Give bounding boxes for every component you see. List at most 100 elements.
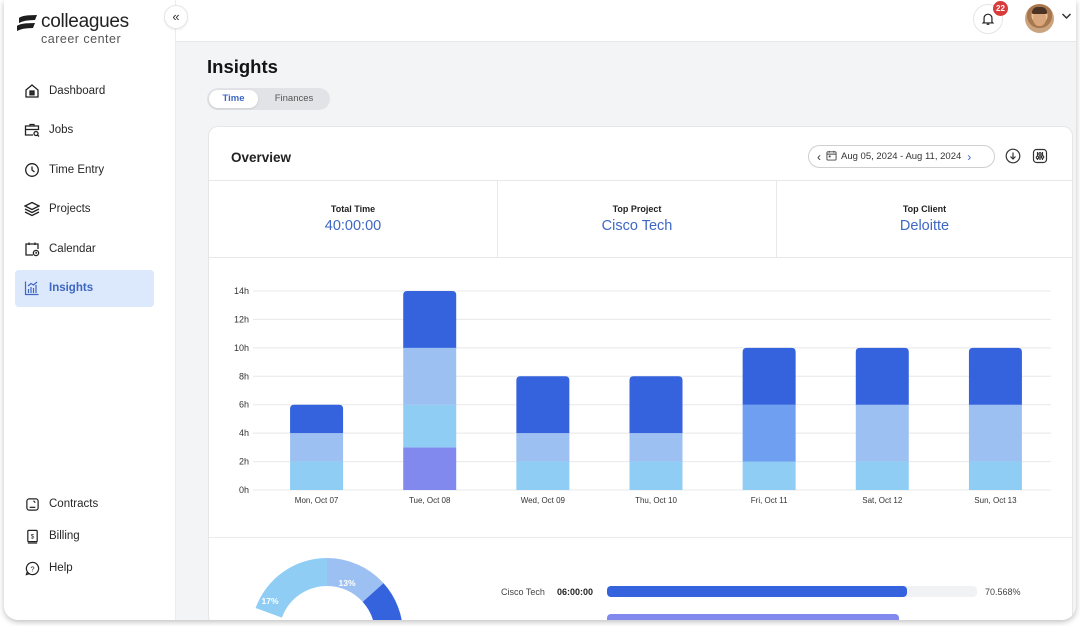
project-name: Cisco Tech: [501, 587, 545, 597]
download-icon[interactable]: [1005, 148, 1021, 164]
bar-segment: [516, 461, 570, 490]
sidebar-item-label: Time Entry: [49, 163, 105, 176]
project-bar-fill: [607, 586, 907, 597]
sidebar-item-label: Dashboard: [49, 84, 106, 97]
sidebar-item-label: Contracts: [49, 498, 99, 510]
chart-icon: [23, 279, 41, 297]
project-breakdown: 17% 13% Cisco Tech 06:00:00 70.568%: [209, 537, 1072, 620]
stats-row: Total Time 40:00:00 Top Project Cisco Te…: [209, 180, 1072, 258]
date-range-picker[interactable]: ‹ Aug 05, 2024 - Aug 11, 2024 ›: [808, 145, 995, 168]
x-tick-label: Sun, Oct 13: [974, 496, 1017, 505]
app-window: colleagues career center Dashboard Jobs: [4, 0, 1076, 620]
sidebar-item-insights[interactable]: Insights: [15, 269, 154, 307]
bar-segment: [516, 433, 570, 462]
date-range-text: Aug 05, 2024 - Aug 11, 2024: [841, 151, 962, 162]
project-donut-chart: 17% 13%: [255, 558, 402, 620]
stat-value: 40:00:00: [324, 218, 382, 234]
bar-segment: [968, 404, 1022, 462]
y-tick-label: 14h: [234, 286, 249, 296]
stat-label: Top Client: [902, 204, 947, 214]
filter-settings-icon[interactable]: [1032, 148, 1048, 164]
bar-segment: [629, 433, 683, 462]
calendar-icon: [826, 150, 837, 164]
sidebar: colleagues career center Dashboard Jobs: [4, 0, 176, 620]
stat-top-client: Top Client Deloitte: [777, 181, 1072, 257]
bar-segment: [855, 347, 909, 405]
sidebar-item-label: Help: [49, 562, 73, 574]
sidebar-nav: Dashboard Jobs Time Entry Projects Calen…: [15, 72, 154, 309]
tab-finances[interactable]: Finances: [261, 90, 327, 108]
briefcase-search-icon: [23, 121, 41, 139]
brand-subtitle: career center: [41, 32, 122, 46]
sidebar-item-contracts[interactable]: Contracts: [15, 488, 154, 520]
stat-label: Top Project: [612, 204, 662, 214]
calendar-clock-icon: [23, 240, 41, 258]
home-icon: [23, 82, 41, 100]
sidebar-item-jobs[interactable]: Jobs: [15, 112, 154, 149]
sidebar-item-help[interactable]: ? Help: [15, 552, 154, 584]
logo-mark-icon: [17, 15, 37, 31]
bar-segment: [968, 461, 1022, 490]
y-tick-label: 12h: [234, 314, 249, 324]
bar-segment: [403, 347, 457, 405]
clock-icon: [23, 161, 41, 179]
bar-segment: [403, 404, 457, 448]
help-icon: ?: [23, 559, 41, 577]
bar-segment: [290, 404, 344, 434]
x-tick-label: Sat, Oct 12: [862, 496, 903, 505]
bar-segment: [403, 447, 457, 490]
overview-card: Overview ‹ Aug 05, 2024 - Aug 11, 2024 ›…: [208, 126, 1073, 620]
sidebar-item-projects[interactable]: Projects: [15, 191, 154, 228]
y-tick-label: 8h: [239, 371, 249, 381]
sidebar-item-label: Calendar: [49, 242, 96, 255]
avatar-hair: [1032, 7, 1047, 14]
bell-icon: [981, 13, 995, 25]
user-avatar[interactable]: [1025, 4, 1054, 33]
bar-segment: [629, 461, 683, 490]
sidebar-item-label: Projects: [49, 203, 91, 215]
bar-segment: [742, 347, 796, 405]
sidebar-bottom-nav: Contracts $ Billing ? Help: [15, 488, 154, 584]
sidebar-item-label: Jobs: [49, 124, 74, 136]
bar-segment: [516, 376, 570, 434]
receipt-dollar-icon: $: [23, 527, 41, 545]
project-percent: 70.568%: [985, 587, 1021, 597]
bar-segment: [855, 404, 909, 462]
sidebar-item-time-entry[interactable]: Time Entry: [15, 151, 154, 188]
contract-icon: [23, 495, 41, 513]
x-tick-label: Wed, Oct 09: [521, 496, 566, 505]
tab-time[interactable]: Time: [209, 90, 258, 108]
top-bar: 22: [176, 0, 1076, 42]
x-tick-label: Fri, Oct 11: [751, 496, 788, 505]
sidebar-item-dashboard[interactable]: Dashboard: [15, 72, 154, 109]
donut-percent-label: 17%: [261, 596, 278, 606]
x-tick-label: Thu, Oct 10: [635, 496, 677, 505]
svg-text:?: ?: [30, 564, 34, 573]
bar-segment: [290, 433, 344, 462]
y-tick-label: 0h: [239, 485, 249, 495]
x-tick-label: Tue, Oct 08: [409, 496, 451, 505]
layers-icon: [23, 200, 41, 218]
bar-segment: [742, 404, 796, 462]
y-tick-label: 2h: [239, 457, 249, 467]
collapse-sidebar-button[interactable]: «: [164, 5, 188, 29]
stat-label: Total Time: [330, 204, 376, 214]
overview-title: Overview: [231, 150, 292, 165]
y-tick-label: 6h: [239, 400, 249, 410]
bar-segment: [968, 347, 1022, 405]
weekly-time-chart: 0h 2h 4h 6h 8h 10h 12h 14h Mon, Oct 07 Tue, Oct 0…: [209, 267, 1072, 517]
sidebar-item-billing[interactable]: $ Billing: [15, 520, 154, 552]
donut-slice: [255, 558, 327, 618]
sidebar-item-calendar[interactable]: Calendar: [15, 230, 154, 267]
next-week-button[interactable]: ›: [967, 150, 971, 164]
bar-segment: [290, 461, 344, 490]
donut-percent-label: 13%: [338, 578, 355, 588]
project-bar-fill-next: [607, 614, 899, 620]
stacked-bar-chart: 0h 2h 4h 6h 8h 10h 12h 14h Mon, Oct 07 Tue, Oct 0…: [234, 286, 1051, 505]
y-tick-label: 10h: [234, 343, 249, 353]
account-menu-chevron-icon[interactable]: [1061, 11, 1072, 23]
stat-value: Cisco Tech: [601, 218, 673, 234]
notification-badge: 22: [993, 1, 1008, 16]
previous-week-button[interactable]: ‹: [817, 150, 821, 164]
bar-segment: [742, 461, 796, 490]
